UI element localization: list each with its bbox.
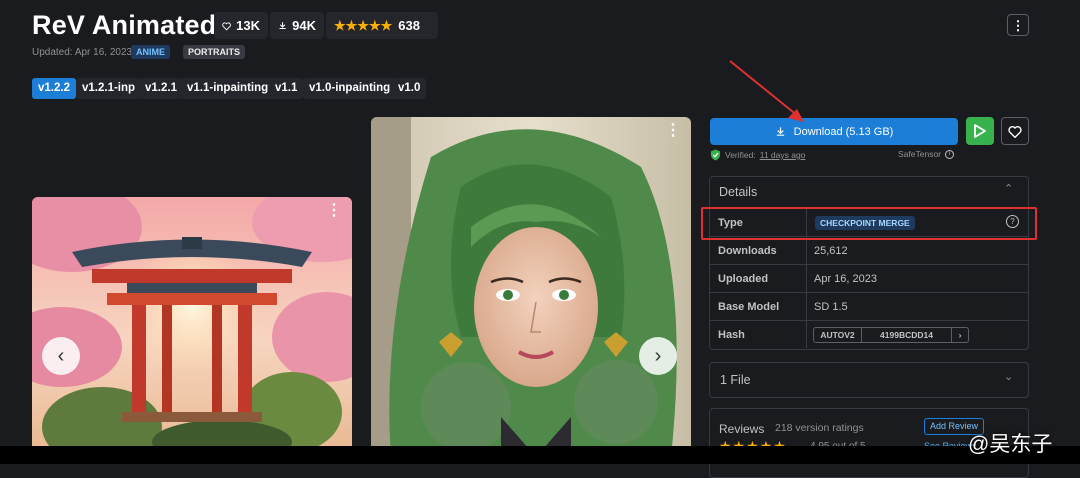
download-icon <box>279 22 286 30</box>
bottom-bar <box>0 446 1080 464</box>
downloads-count: 94K <box>292 18 316 33</box>
gallery-image-portrait[interactable]: ⋮ › <box>371 117 691 457</box>
file-format: SafeTensor i <box>898 149 954 159</box>
version-tab-v1-0[interactable]: v1.0 <box>392 78 427 99</box>
details-row-hash: Hash AUTOV2 4199BCDD14 › <box>709 320 1029 349</box>
reviews-count: 218 version ratings <box>775 422 864 434</box>
files-label: 1 File <box>720 373 751 387</box>
version-tab-v1-2-1-inp[interactable]: v1.2.1-inp <box>76 78 142 99</box>
gallery-image-torii[interactable]: ⋮ ‹ <box>32 197 352 457</box>
chevron-right-icon: › <box>654 344 662 367</box>
chevron-down-icon[interactable]: ⌄ <box>1004 370 1013 383</box>
image-menu-icon[interactable]: ⋮ <box>326 203 342 219</box>
details-row-base-model: Base Model SD 1.5 <box>709 292 1029 320</box>
kebab-icon: ⋮ <box>1011 17 1025 33</box>
likes-count: 13K <box>236 18 260 33</box>
files-panel[interactable] <box>709 362 1029 398</box>
heart-icon <box>222 21 231 30</box>
version-tab-v1-2-2[interactable]: v1.2.2 <box>32 78 76 99</box>
chevron-left-icon: ‹ <box>57 344 65 367</box>
image-menu-icon[interactable]: ⋮ <box>665 123 681 139</box>
base-model-label: Base Model <box>718 301 780 313</box>
annotation-arrow <box>729 60 804 122</box>
reviews-title: Reviews <box>719 422 765 436</box>
hash-type-select[interactable]: AUTOV2 <box>814 328 862 342</box>
verified-time-link[interactable]: 11 days ago <box>760 150 806 160</box>
rating-count: 638 <box>398 18 420 33</box>
heart-icon <box>1008 125 1022 138</box>
chevron-right-icon[interactable]: › <box>952 328 968 342</box>
play-icon <box>974 124 986 138</box>
uploaded-label: Uploaded <box>718 273 769 285</box>
version-tab-v1-1[interactable]: v1.1 <box>269 78 304 99</box>
favorite-button[interactable] <box>1001 117 1029 145</box>
version-tab-v1-2-1[interactable]: v1.2.1 <box>139 78 183 99</box>
details-row-downloads: Downloads 25,612 <box>709 236 1029 264</box>
annotation-highlight-box <box>701 207 1037 240</box>
format-label: SafeTensor <box>898 149 941 159</box>
downloads-label: Downloads <box>718 245 777 257</box>
info-icon[interactable]: i <box>945 149 954 159</box>
hash-box[interactable]: AUTOV2 4199BCDD14 › <box>813 327 969 343</box>
rating-stars: ★★★★★ <box>334 17 393 33</box>
tag-anime[interactable]: ANIME <box>131 45 170 59</box>
watermark: @吴东子 <box>968 433 1053 456</box>
tag-portraits[interactable]: PORTRAITS <box>183 45 246 59</box>
updated-date: Updated: Apr 16, 2023 <box>32 47 133 58</box>
run-button[interactable] <box>966 117 994 145</box>
hash-label: Hash <box>718 329 745 341</box>
downloads-value: 25,612 <box>814 245 848 257</box>
verified-label: Verified: <box>725 150 756 160</box>
base-model-value: SD 1.5 <box>814 301 848 313</box>
torii-artwork <box>32 197 352 457</box>
details-row-uploaded: Uploaded Apr 16, 2023 <box>709 264 1029 292</box>
downloads-stat: 94K <box>270 12 324 39</box>
shield-check-icon <box>710 149 721 161</box>
version-tab-v1-1-inpainting[interactable]: v1.1-inpainting <box>181 78 275 99</box>
chevron-up-icon[interactable]: ⌃ <box>1004 182 1013 195</box>
hash-value: 4199BCDD14 <box>862 328 952 342</box>
likes-stat[interactable]: 13K <box>214 12 268 39</box>
rating-stat[interactable]: ★★★★★ 638 <box>326 12 438 39</box>
details-title: Details <box>719 185 758 199</box>
version-tab-v1-0-inpainting[interactable]: v1.0-inpainting <box>303 78 397 99</box>
more-menu-button[interactable]: ⋮ <box>1007 14 1029 36</box>
uploaded-value: Apr 16, 2023 <box>814 273 877 285</box>
verified-status: Verified: 11 days ago <box>710 149 805 161</box>
model-title: ReV Animated <box>32 10 217 40</box>
carousel-next-button[interactable]: › <box>639 337 677 375</box>
carousel-prev-button[interactable]: ‹ <box>42 337 80 375</box>
portrait-artwork <box>371 117 691 457</box>
